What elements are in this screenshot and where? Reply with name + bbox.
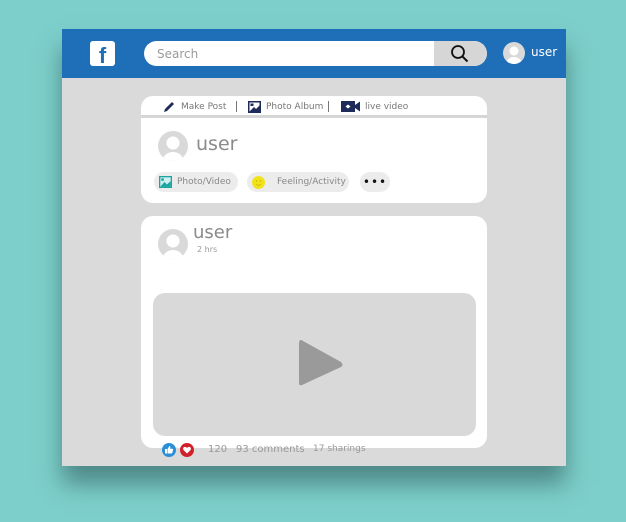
more-options-button[interactable]: ••• (360, 172, 390, 192)
divider (236, 101, 237, 112)
search-icon (451, 45, 469, 63)
composer-tabs: Make Post Photo Album live video (141, 96, 487, 118)
search-bar (144, 41, 487, 66)
reactions-count[interactable]: 120 (208, 444, 227, 455)
search-button[interactable] (434, 41, 487, 66)
user-avatar[interactable] (503, 42, 525, 64)
avatar-icon (163, 136, 183, 161)
post-card: user 2 hrs 120 93 comments 17 sharings (141, 216, 487, 457)
tab-label: Make Post (181, 102, 227, 112)
image-icon (159, 176, 172, 188)
like-icon (162, 443, 176, 457)
avatar-icon (506, 46, 522, 64)
search-input[interactable] (144, 41, 434, 66)
composer-avatar (158, 131, 188, 161)
top-navigation-bar: f user (62, 29, 566, 78)
video-camera-icon (341, 101, 360, 112)
tab-label: live video (365, 101, 409, 112)
feeling-activity-button[interactable]: Feeling/Activity (247, 172, 349, 192)
tab-make-post[interactable]: Make Post (163, 101, 226, 113)
post-composer-card: Make Post Photo Album live video user Ph… (141, 96, 487, 203)
tab-photo-album[interactable]: Photo Album (248, 101, 323, 113)
tab-live-video[interactable]: live video (341, 101, 408, 112)
play-icon[interactable] (295, 337, 347, 389)
shares-count[interactable]: 17 sharings (313, 444, 366, 454)
facebook-logo[interactable]: f (90, 41, 115, 66)
app-window: f user Make Post (62, 29, 566, 466)
composer-user-name: user (196, 133, 238, 155)
post-author-avatar[interactable] (158, 229, 188, 259)
video-player[interactable] (153, 293, 476, 436)
photo-video-button[interactable]: Photo/Video (154, 172, 238, 192)
reaction-icons[interactable] (162, 443, 194, 457)
avatar-icon (163, 234, 183, 259)
post-author-name[interactable]: user (193, 222, 232, 243)
photo-video-label: Photo/Video (177, 177, 231, 187)
love-icon (180, 443, 194, 457)
tab-label: Photo Album (266, 102, 324, 112)
photo-album-icon (248, 101, 261, 113)
comments-count[interactable]: 93 comments (236, 444, 305, 455)
user-name-link[interactable]: user (531, 45, 557, 59)
smiley-icon (252, 175, 265, 189)
divider (328, 101, 329, 112)
feeling-activity-label: Feeling/Activity (277, 177, 346, 187)
pencil-icon (164, 102, 174, 112)
post-timestamp: 2 hrs (197, 245, 218, 254)
